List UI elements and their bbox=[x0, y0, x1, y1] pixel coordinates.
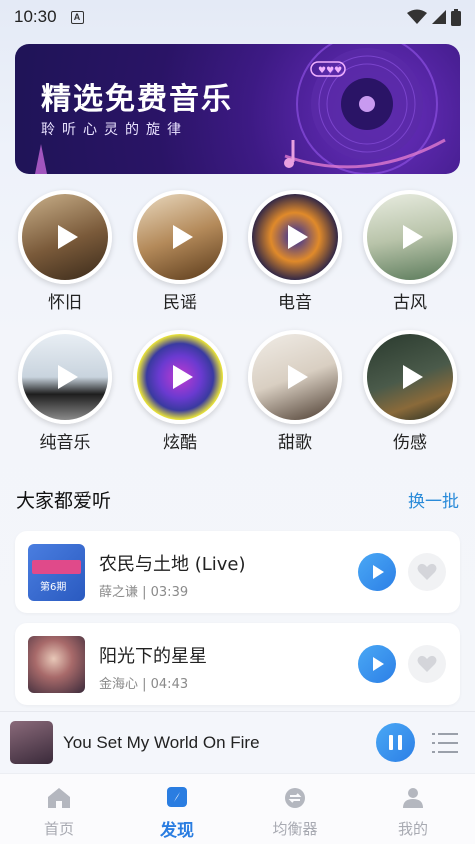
song-meta: 薛之谦 | 03:39 bbox=[99, 585, 189, 600]
category-cool[interactable]: 炫酷 bbox=[130, 330, 230, 453]
category-pure-music[interactable]: 纯音乐 bbox=[15, 330, 115, 453]
mini-player[interactable]: You Set My World On Fire bbox=[0, 711, 475, 773]
song-title: 阳光下的星星 bbox=[99, 646, 207, 667]
category-cover bbox=[248, 330, 342, 424]
song-meta: 金海心 | 04:43 bbox=[99, 677, 189, 692]
category-sweet-songs[interactable]: 甜歌 bbox=[245, 330, 345, 453]
play-icon bbox=[403, 225, 423, 249]
like-button[interactable] bbox=[408, 553, 446, 591]
song-card[interactable]: 阳光下的星星 金海心 | 04:43 bbox=[15, 623, 460, 705]
category-cover bbox=[18, 330, 112, 424]
category-label: 甜歌 bbox=[278, 433, 312, 453]
signal-icon bbox=[432, 10, 446, 24]
song-cover-text: 第6期 bbox=[40, 582, 67, 593]
banner-subtitle: 聆听心灵的旋律 bbox=[41, 122, 188, 138]
svg-text:♥♥♥: ♥♥♥ bbox=[318, 66, 342, 76]
home-icon bbox=[48, 788, 70, 808]
category-nostalgia[interactable]: 怀旧 bbox=[15, 190, 115, 313]
play-icon bbox=[173, 365, 193, 389]
category-cover bbox=[248, 190, 342, 284]
category-electronic[interactable]: 电音 bbox=[245, 190, 345, 313]
category-folk[interactable]: 民谣 bbox=[130, 190, 230, 313]
category-label: 纯音乐 bbox=[39, 433, 91, 453]
song-card[interactable]: 第6期 农民与土地 (Live) 薛之谦 | 03:39 bbox=[15, 531, 460, 613]
status-time: 10:30 bbox=[14, 7, 57, 26]
tab-equalizer[interactable]: 均衡器 bbox=[236, 774, 354, 844]
category-cover bbox=[133, 190, 227, 284]
playlist-icon[interactable] bbox=[432, 731, 458, 755]
category-sad[interactable]: 伤感 bbox=[360, 330, 460, 453]
song-title: 农民与土地 (Live) bbox=[99, 554, 246, 575]
tab-profile[interactable]: 我的 bbox=[354, 774, 472, 844]
play-button[interactable] bbox=[358, 553, 396, 591]
category-label: 民谣 bbox=[163, 293, 197, 313]
featured-banner[interactable]: ♥♥♥ 精选免费音乐 聆听心灵的旋律 bbox=[15, 44, 460, 174]
category-cover bbox=[363, 330, 457, 424]
refresh-batch-link[interactable]: 换一批 bbox=[408, 487, 459, 512]
status-bar: 10:30 A bbox=[0, 0, 475, 34]
category-cover bbox=[133, 330, 227, 424]
category-label: 伤感 bbox=[393, 433, 427, 453]
tab-label: 首页 bbox=[43, 820, 74, 838]
tab-label: 发现 bbox=[160, 821, 194, 841]
category-cover bbox=[18, 190, 112, 284]
equalizer-icon bbox=[285, 788, 305, 808]
play-icon bbox=[288, 225, 308, 249]
compass-icon bbox=[167, 787, 187, 807]
banner-title: 精选免费音乐 bbox=[41, 82, 233, 117]
tab-discover[interactable]: 发现 bbox=[118, 774, 236, 844]
now-playing-title: You Set My World On Fire bbox=[63, 733, 260, 752]
pause-button[interactable] bbox=[376, 723, 415, 762]
notification-a-icon: A bbox=[70, 10, 84, 24]
play-icon bbox=[173, 225, 193, 249]
category-cover bbox=[363, 190, 457, 284]
bottom-tab-bar: 首页 发现 均衡器 我的 bbox=[0, 773, 475, 844]
category-ancient-style[interactable]: 古风 bbox=[360, 190, 460, 313]
section-title: 大家都爱听 bbox=[16, 490, 112, 512]
play-icon bbox=[288, 365, 308, 389]
like-button[interactable] bbox=[408, 645, 446, 683]
play-button[interactable] bbox=[358, 645, 396, 683]
heart-icon bbox=[417, 563, 437, 580]
category-label: 怀旧 bbox=[48, 293, 82, 313]
play-icon bbox=[58, 225, 78, 249]
song-cover bbox=[28, 636, 85, 693]
play-icon bbox=[58, 365, 78, 389]
category-label: 古风 bbox=[393, 293, 427, 313]
battery-icon bbox=[451, 8, 461, 26]
category-label: 炫酷 bbox=[163, 433, 197, 453]
profile-icon bbox=[403, 788, 423, 808]
tab-label: 均衡器 bbox=[272, 820, 318, 838]
song-cover: 第6期 bbox=[28, 544, 85, 601]
category-label: 电音 bbox=[278, 293, 312, 313]
tab-home[interactable]: 首页 bbox=[0, 774, 118, 844]
tab-label: 我的 bbox=[397, 820, 428, 838]
wifi-icon bbox=[407, 9, 427, 24]
heart-icon bbox=[417, 655, 437, 672]
now-playing-cover bbox=[10, 721, 53, 764]
play-icon bbox=[403, 365, 423, 389]
